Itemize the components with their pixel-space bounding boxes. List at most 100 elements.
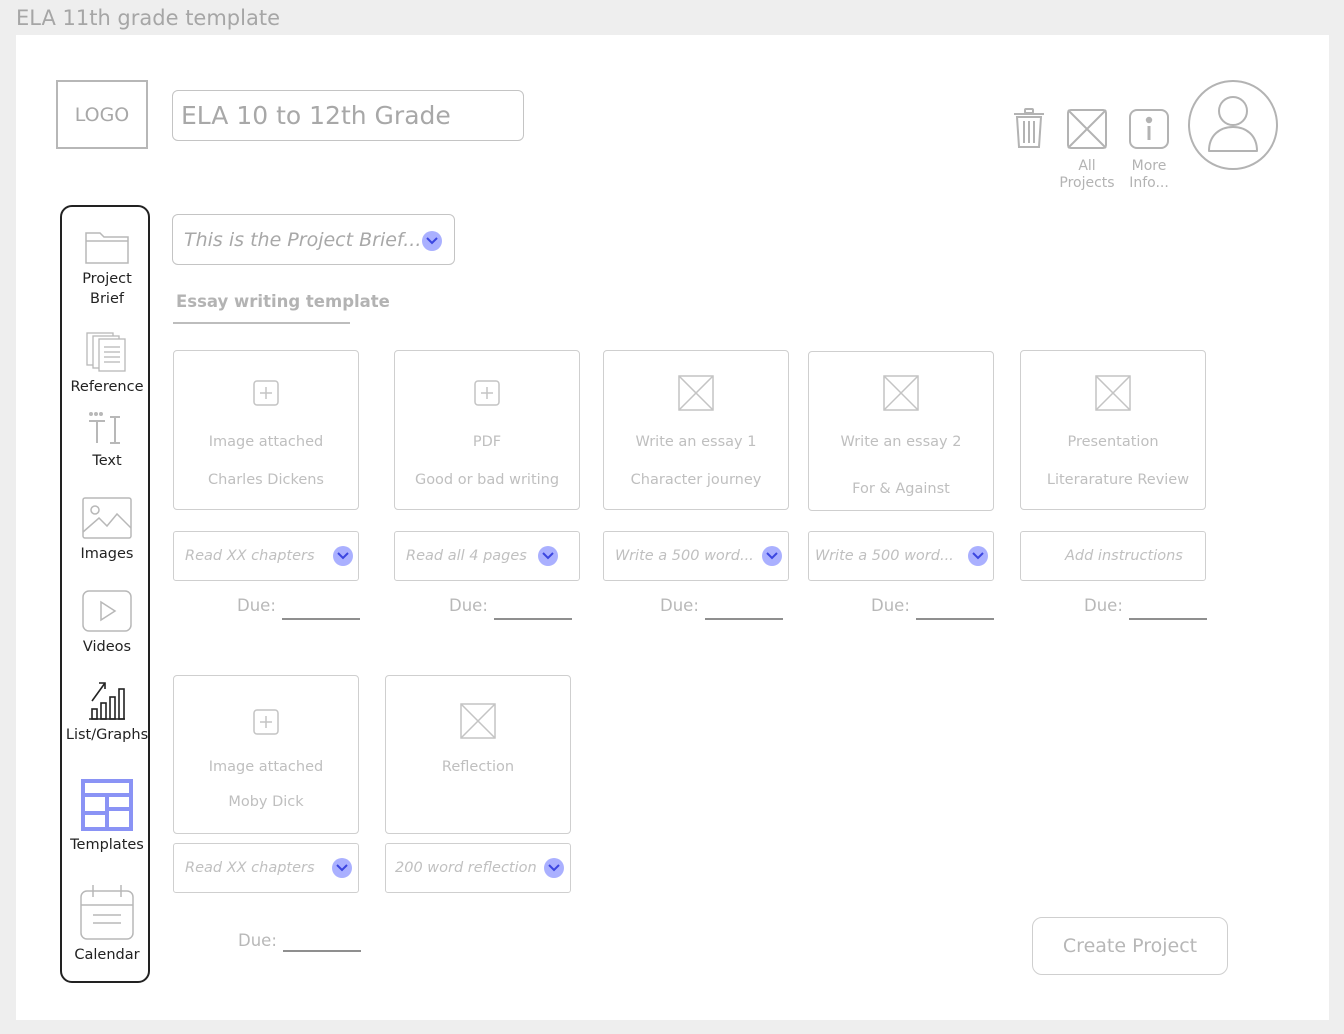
card-title: Write an essay 2 [840, 434, 962, 450]
sidebar-item-reference[interactable]: Reference [62, 331, 152, 397]
more-info-button[interactable] [1129, 109, 1169, 153]
play-icon [82, 590, 132, 632]
instruction-select[interactable]: Read all 4 pages [394, 531, 580, 581]
card-subtitle: Moby Dick [228, 794, 304, 810]
sidebar-item-project-brief[interactable]: Project Brief [62, 229, 152, 309]
instruction-value: 200 word reflection [395, 860, 537, 876]
due-date-field[interactable] [494, 618, 572, 620]
due-label: Due: [238, 931, 277, 950]
card-image-attached-2[interactable]: Image attached Moby Dick [173, 675, 359, 834]
text-icon [89, 412, 120, 444]
card-write-essay-2[interactable]: Write an essay 2 For & Against [808, 351, 994, 511]
instruction-select[interactable]: Read XX chapters [173, 843, 359, 893]
sidebar-label-brief: Brief [90, 291, 124, 307]
more-info-label-line1: More [1131, 158, 1167, 174]
more-info-label-line2: Info... [1129, 175, 1169, 191]
app-canvas: LOGO ELA 10 to 12th Grade All Projects M… [16, 35, 1329, 1020]
due-date-field[interactable] [283, 950, 361, 952]
add-icon [474, 380, 500, 406]
sidebar-label-text: Text [92, 453, 122, 469]
info-icon [1129, 109, 1169, 149]
sidebar-item-text[interactable]: Text [62, 411, 152, 471]
avatar[interactable] [1187, 79, 1279, 175]
trash-icon[interactable] [1012, 107, 1046, 155]
sidebar-item-templates[interactable]: Templates [62, 779, 152, 855]
card-title: Image attached [208, 759, 324, 775]
due-label: Due: [237, 596, 276, 615]
sidebar: Project Brief Reference Text Images Vide… [60, 205, 150, 983]
instruction-select[interactable]: Write a 500 word... [603, 531, 789, 581]
chart-icon [89, 682, 125, 720]
instruction-value: Add instructions [1065, 548, 1183, 564]
all-projects-label-line1: All [1078, 158, 1096, 174]
due-date-field[interactable] [1129, 618, 1207, 620]
sidebar-label-reference: Reference [70, 379, 144, 395]
placeholder-image-icon [883, 375, 919, 411]
all-projects-label-line2: Projects [1059, 175, 1115, 191]
sidebar-item-calendar[interactable]: Calendar [62, 883, 152, 965]
placeholder-image-icon [1095, 375, 1131, 411]
instruction-value: Read XX chapters [185, 860, 315, 876]
frame-title: ELA 11th grade template [16, 6, 280, 30]
card-title: Presentation [1067, 434, 1159, 450]
folder-icon [85, 232, 129, 264]
due-date-field[interactable] [282, 618, 360, 620]
card-subtitle: Character journey [630, 472, 762, 488]
instruction-value: Read XX chapters [185, 548, 315, 564]
sidebar-item-videos[interactable]: Videos [62, 589, 152, 657]
instruction-select[interactable]: Write a 500 word... [808, 531, 994, 581]
sidebar-label-videos: Videos [82, 639, 132, 655]
card-pdf[interactable]: PDF Good or bad writing [394, 350, 580, 510]
add-instructions-select[interactable]: Add instructions [1020, 531, 1206, 581]
create-project-button[interactable]: Create Project [1032, 917, 1228, 975]
project-name-input[interactable]: ELA 10 to 12th Grade [172, 90, 524, 141]
due-label: Due: [660, 596, 699, 615]
card-title: Reflection [441, 759, 515, 775]
chevron-down-icon [968, 546, 988, 566]
chevron-down-icon [544, 858, 564, 878]
instruction-value: Write a 500 word... [815, 548, 954, 564]
placeholder-image-icon [1067, 109, 1107, 149]
instruction-select[interactable]: 200 word reflection [385, 843, 571, 893]
sidebar-label-templates: Templates [70, 837, 144, 853]
calendar-icon [80, 885, 134, 940]
project-brief-value: This is the Project Brief... [184, 228, 422, 251]
sidebar-label-list-graphs: List/Graphs [65, 727, 149, 743]
templates-icon [81, 779, 133, 831]
due-date-field[interactable] [705, 618, 783, 620]
instruction-value: Read all 4 pages [406, 548, 527, 564]
card-subtitle: Literarature Review [1046, 472, 1190, 488]
chevron-down-icon [422, 231, 442, 251]
chevron-down-icon [332, 858, 352, 878]
card-reflection[interactable]: Reflection [385, 675, 571, 834]
all-projects-button[interactable] [1067, 109, 1107, 153]
tab-underline [173, 322, 350, 324]
card-subtitle: Charles Dickens [208, 472, 324, 488]
sidebar-label-calendar: Calendar [74, 947, 140, 963]
due-label: Due: [449, 596, 488, 615]
project-brief-select[interactable]: This is the Project Brief... [172, 214, 455, 265]
all-projects-label: All Projects [1052, 158, 1122, 192]
card-title: Image attached [208, 434, 324, 450]
sidebar-label-project: Project [82, 271, 132, 287]
instruction-value: Write a 500 word... [615, 548, 754, 564]
due-date-field[interactable] [916, 618, 994, 620]
placeholder-image-icon [460, 703, 496, 739]
sidebar-item-images[interactable]: Images [62, 496, 152, 564]
card-presentation[interactable]: Presentation Literarature Review [1020, 350, 1206, 510]
chevron-down-icon [538, 546, 558, 566]
chevron-down-icon [762, 546, 782, 566]
add-icon [253, 380, 279, 406]
card-write-essay-1[interactable]: Write an essay 1 Character journey [603, 350, 789, 510]
sidebar-label-images: Images [80, 546, 134, 562]
documents-icon [86, 332, 126, 372]
card-subtitle: For & Against [852, 481, 950, 497]
sidebar-item-list-graphs[interactable]: List/Graphs [62, 679, 152, 745]
card-subtitle: Good or bad writing [414, 472, 560, 488]
instruction-select[interactable]: Read XX chapters [173, 531, 359, 581]
more-info-label: More Info... [1114, 158, 1184, 192]
tab-essay-writing-template[interactable]: Essay writing template [176, 292, 390, 311]
card-image-attached[interactable]: Image attached Charles Dickens [173, 350, 359, 510]
image-icon [82, 497, 132, 539]
due-label: Due: [1084, 596, 1123, 615]
